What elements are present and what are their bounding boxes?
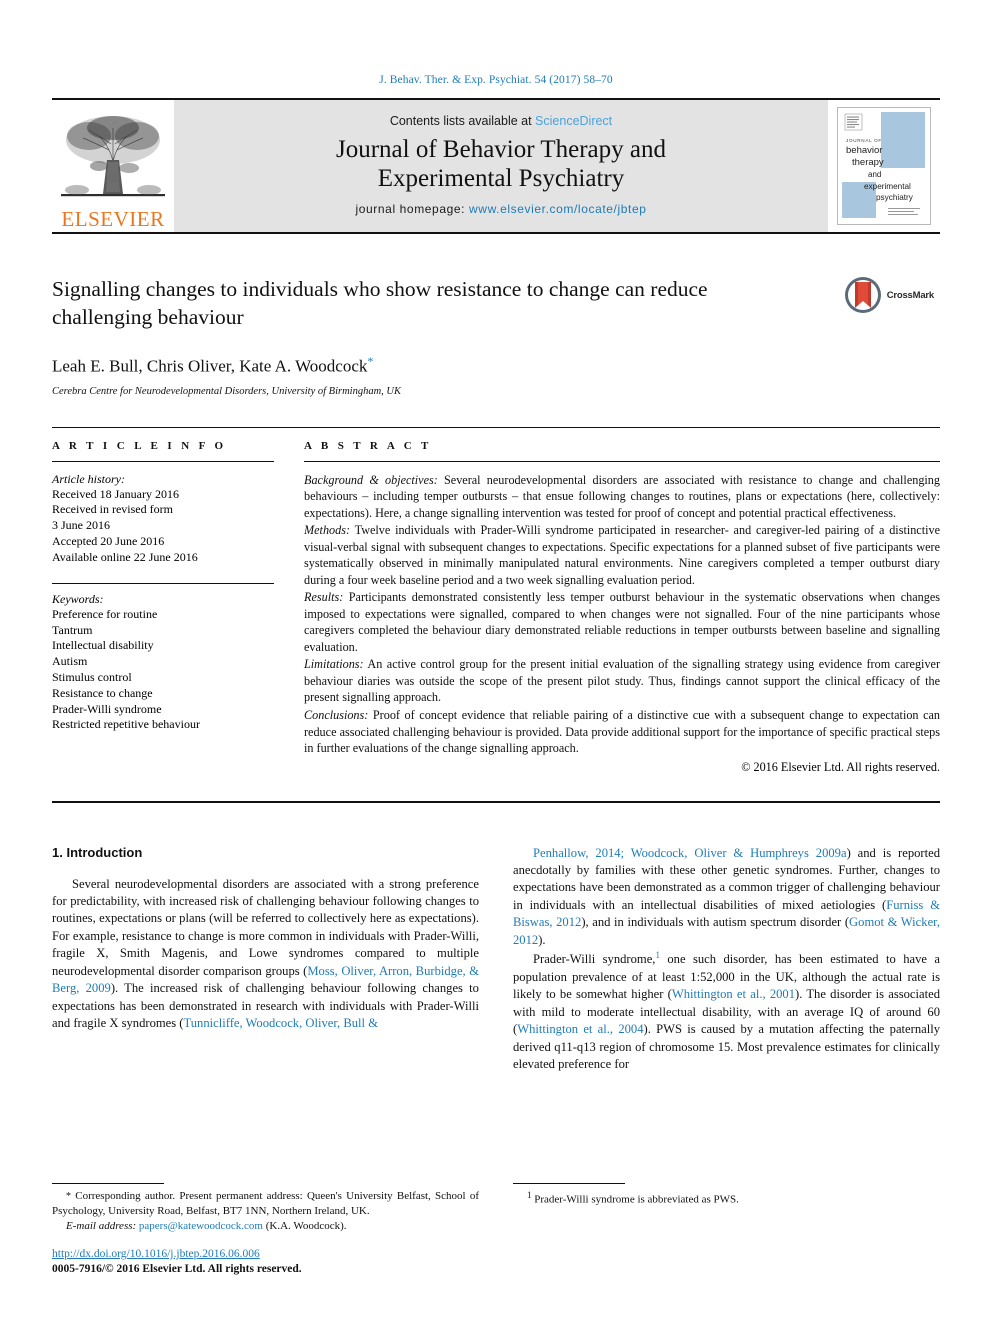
svg-text:JOURNAL OF: JOURNAL OF [846, 138, 882, 143]
abstract-bottom-rule [52, 800, 940, 803]
article-info-column: A R T I C L E I N F O Article history: R… [52, 440, 274, 775]
cover-illustration-icon: JOURNAL OF behavior therapy and experime… [838, 108, 928, 222]
email-link[interactable]: papers@katewoodcock.com [139, 1220, 263, 1232]
elsevier-tree-icon [61, 116, 165, 197]
keyword-item: Tantrum [52, 622, 93, 637]
body-column-right: Penhallow, 2014; Woodcock, Oliver & Hump… [513, 845, 940, 1074]
author-list: Leah E. Bull, Chris Oliver, Kate A. Wood… [52, 354, 940, 377]
journal-cover-thumbnail: JOURNAL OF behavior therapy and experime… [828, 100, 940, 232]
contents-available-line: Contents lists available at ScienceDirec… [390, 114, 612, 128]
abstract-body: Participants demonstrated consistently l… [304, 590, 940, 654]
crossmark-label: CrossMark [886, 289, 935, 301]
journal-homepage-link[interactable]: www.elsevier.com/locate/jbtep [469, 202, 646, 216]
history-item: Accepted 20 June 2016 [52, 534, 165, 549]
article-info-heading: A R T I C L E I N F O [52, 439, 227, 452]
body-paragraph: Prader-Willi syndrome,1 one such disorde… [513, 950, 941, 1071]
abstract-body: Twelve individuals with Prader-Willi syn… [304, 523, 940, 587]
abstract-paragraph: Conclusions: Proof of concept evidence t… [304, 707, 940, 757]
journal-title: Journal of Behavior Therapy and Experime… [336, 135, 666, 193]
journal-masthead: ELSEVIER Contents lists available at Sci… [52, 98, 940, 234]
journal-homepage-line: journal homepage: www.elsevier.com/locat… [355, 202, 646, 216]
abstract-paragraph: Limitations: An active control group for… [304, 656, 940, 706]
article-history-label: Article history: [52, 471, 125, 486]
history-item: 3 June 2016 [52, 518, 110, 533]
footnote-column-right: 1 Prader-Willi syndrome is abbreviated a… [513, 1183, 940, 1277]
abstract-lead: Conclusions: [304, 707, 369, 722]
section-heading-introduction: 1. Introduction [52, 844, 143, 860]
body-paragraph: Several neurodevelopmental disorders are… [52, 876, 480, 1031]
crossmark-badge[interactable]: CrossMark [844, 276, 934, 314]
abstract-paragraph: Methods: Twelve individuals with Prader-… [304, 522, 940, 588]
article-body: 1. Introduction Several neurodevelopment… [52, 845, 940, 1074]
abstract-rule [304, 460, 940, 462]
abstract-lead: Background & objectives: [304, 472, 438, 487]
keyword-item: Prader-Willi syndrome [52, 701, 162, 716]
affiliation: Cerebra Centre for Neurodevelopmental Di… [52, 385, 401, 397]
abstract-heading: A B S T R A C T [304, 439, 432, 452]
sciencedirect-link[interactable]: ScienceDirect [535, 114, 612, 128]
keyword-item: Restricted repetitive behaviour [52, 717, 200, 732]
abstract-paragraph: Results: Participants demonstrated consi… [304, 589, 940, 655]
footnote-rule [513, 1183, 625, 1185]
body-column-left: 1. Introduction Several neurodevelopment… [52, 845, 479, 1074]
abstract-lead: Methods: [304, 523, 351, 538]
email-label: E-mail address: [66, 1220, 137, 1233]
body-paragraph: Penhallow, 2014; Woodcock, Oliver & Hump… [513, 845, 940, 947]
svg-text:behavior: behavior [846, 145, 882, 156]
keyword-item: Resistance to change [52, 685, 153, 700]
journal-title-line-1: Journal of Behavior Therapy and [336, 136, 666, 163]
article-title-block: Signalling changes to individuals who sh… [52, 276, 940, 397]
crossmark-icon [844, 277, 881, 313]
svg-text:psychiatry: psychiatry [876, 193, 914, 202]
issn-copyright-line: 0005-7916/© 2016 Elsevier Ltd. All right… [52, 1263, 302, 1276]
contents-prefix: Contents lists available at [389, 114, 536, 128]
page-title: Signalling changes to individuals who sh… [52, 277, 708, 329]
svg-text:experimental: experimental [864, 182, 911, 191]
doi-block: http://dx.doi.org/10.1016/j.jbtep.2016.0… [52, 1247, 479, 1277]
doi-link[interactable]: http://dx.doi.org/10.1016/j.jbtep.2016.0… [52, 1247, 479, 1262]
corresponding-author-note: * Corresponding author. Present permanen… [52, 1190, 479, 1218]
masthead-banner: Contents lists available at ScienceDirec… [174, 100, 828, 232]
running-head: J. Behav. Ther. & Exp. Psychiat. 54 (201… [379, 74, 613, 86]
corresponding-author-marker: * [367, 353, 374, 368]
keyword-item: Stimulus control [52, 669, 132, 684]
info-abstract-region: A R T I C L E I N F O Article history: R… [52, 426, 940, 775]
keyword-item: Autism [52, 654, 88, 669]
article-info-rule [52, 460, 274, 462]
email-suffix: (K.A. Woodcock). [265, 1220, 347, 1233]
history-item: Available online 22 June 2016 [52, 549, 198, 564]
abstract-lead: Results: [304, 590, 344, 605]
footnote-rule [52, 1183, 164, 1185]
abstract-body: An active control group for the present … [304, 657, 940, 705]
abstract-copyright: © 2016 Elsevier Ltd. All rights reserved… [741, 759, 940, 774]
elsevier-wordmark: ELSEVIER [61, 207, 165, 231]
abstract-lead: Limitations: [304, 657, 364, 672]
svg-text:therapy: therapy [852, 157, 884, 168]
abstract-column: A B S T R A C T Background & objectives:… [304, 440, 940, 775]
homepage-label: journal homepage: [355, 202, 470, 216]
history-item: Received 18 January 2016 [52, 486, 179, 501]
page-footnotes: * Corresponding author. Present permanen… [52, 1183, 940, 1277]
journal-article-page: J. Behav. Ther. & Exp. Psychiat. 54 (201… [0, 0, 992, 1323]
svg-text:and: and [868, 170, 881, 179]
footnote-column-left: * Corresponding author. Present permanen… [52, 1183, 479, 1277]
abstract-paragraph: Background & objectives: Several neurode… [304, 472, 940, 522]
keywords-label: Keywords: [52, 591, 104, 606]
author-names: Leah E. Bull, Chris Oliver, Kate A. Wood… [52, 356, 368, 376]
keyword-item: Preference for routine [52, 606, 158, 621]
abstract-body: Proof of concept evidence that reliable … [304, 707, 940, 756]
pws-abbreviation-note: 1 Prader-Willi syndrome is abbreviated a… [527, 1190, 739, 1206]
keyword-item: Intellectual disability [52, 638, 154, 653]
email-note: E-mail address: papers@katewoodcock.com … [52, 1219, 479, 1234]
elsevier-logo: ELSEVIER [52, 100, 174, 232]
cover-artwork: JOURNAL OF behavior therapy and experime… [837, 107, 931, 225]
history-item: Received in revised form [52, 502, 173, 517]
keywords-rule [52, 582, 274, 584]
journal-title-line-2: Experimental Psychiatry [377, 165, 625, 192]
